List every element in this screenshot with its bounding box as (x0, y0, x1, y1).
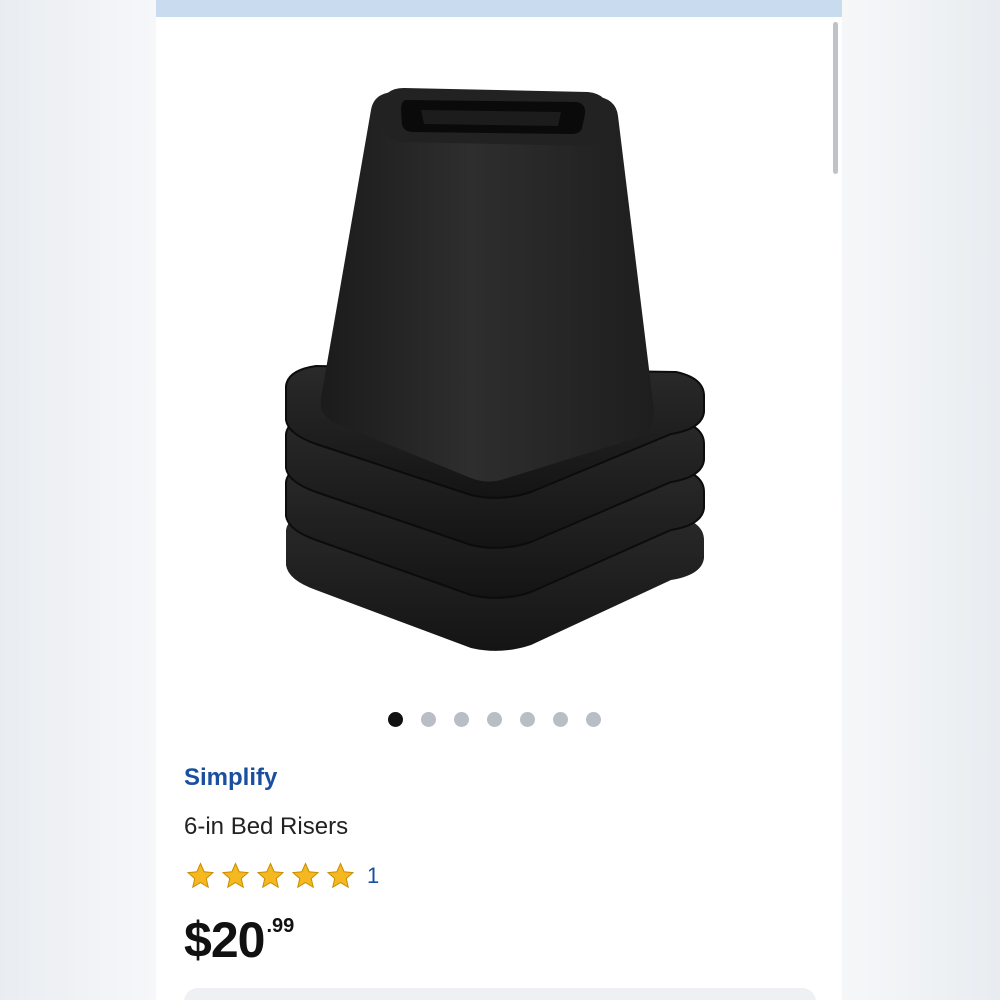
rating-count[interactable]: 1 (367, 863, 379, 889)
carousel-dot-5[interactable] (520, 711, 535, 727)
price-currency: $ (184, 912, 212, 968)
carousel-dot-1[interactable] (388, 711, 403, 727)
star-icon (256, 862, 285, 889)
rating[interactable]: 1 (184, 861, 379, 891)
star-icon (326, 862, 355, 889)
brand-link[interactable]: Simplify (184, 764, 277, 792)
carousel-dot-3[interactable] (454, 711, 469, 727)
background-left (0, 0, 156, 1000)
scrollbar[interactable] (833, 22, 838, 174)
carousel-dot-2[interactable] (421, 711, 436, 727)
carousel-dot-7[interactable] (586, 711, 601, 727)
background-right (842, 0, 1000, 1000)
product-image[interactable] (276, 70, 716, 670)
star-icon (186, 862, 215, 889)
star-icon (221, 862, 250, 889)
product-title: 6-in Bed Risers (184, 813, 349, 840)
price-whole: 20 (210, 912, 266, 968)
carousel-dot-6[interactable] (553, 711, 568, 727)
star-icon (291, 862, 320, 889)
top-header-strip (156, 0, 842, 17)
next-section-card (184, 988, 816, 1000)
price-cents: .99 (266, 915, 295, 937)
carousel-dot-4[interactable] (487, 711, 502, 727)
carousel-indicator (388, 711, 601, 727)
product-page: Simplify 6-in Bed Risers 1 $ 20 .99 (156, 0, 842, 1000)
price: $ 20 .99 (184, 912, 294, 968)
